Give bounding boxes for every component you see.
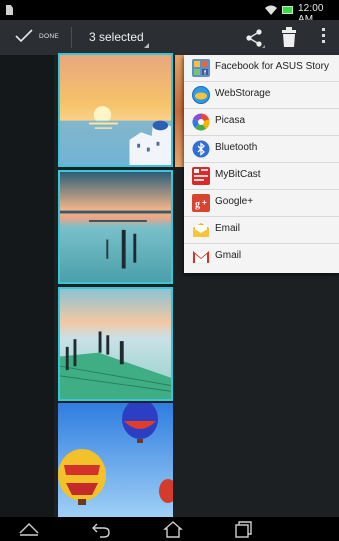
google-plus-icon: g +	[192, 194, 210, 212]
share-item-label: WebStorage	[215, 88, 271, 99]
photo-thumbnail[interactable]	[58, 287, 173, 401]
green-pier-photo	[60, 289, 171, 399]
status-bar: 12:00 AM	[0, 0, 339, 25]
sunset-village-photo	[60, 55, 171, 165]
share-item-gmail[interactable]: Gmail	[184, 244, 339, 271]
mybitcast-icon	[192, 167, 210, 185]
share-item-facebook-for-asus-story[interactable]: f Facebook for ASUS Story	[184, 55, 339, 82]
selection-action-bar: DONE 3 selected	[0, 20, 339, 55]
share-item-label: Picasa	[215, 115, 246, 126]
photo-thumbnail[interactable]	[58, 53, 173, 167]
system-navigation-bar	[0, 517, 339, 541]
trash-icon[interactable]	[280, 26, 298, 48]
share-item-email[interactable]: Email	[184, 217, 339, 244]
battery-icon	[282, 6, 293, 14]
recent-apps-icon[interactable]	[232, 520, 254, 538]
check-icon	[15, 29, 33, 43]
share-icon[interactable]	[242, 26, 266, 50]
bluetooth-icon	[192, 140, 210, 158]
share-item-label: Facebook for ASUS Story	[215, 61, 329, 72]
selection-count-dropdown[interactable]: 3 selected	[80, 20, 152, 55]
photo-thumbnail[interactable]	[58, 170, 173, 284]
share-item-mybitcast[interactable]: MyBitCast	[184, 163, 339, 190]
share-item-label: Google+	[215, 196, 254, 207]
done-label: DONE	[39, 33, 59, 40]
share-item-label: Email	[215, 223, 241, 234]
gmail-icon	[192, 250, 210, 264]
action-bar-divider	[71, 27, 72, 48]
back-icon[interactable]	[90, 520, 112, 538]
share-item-google-plus[interactable]: g + Google+	[184, 190, 339, 217]
photo-thumbnail-partial[interactable]	[175, 55, 184, 167]
share-item-picasa[interactable]: Picasa	[184, 109, 339, 136]
hot-air-balloons-photo	[58, 403, 173, 517]
share-item-webstorage[interactable]: WebStorage	[184, 82, 339, 109]
facebook-story-icon: f	[192, 59, 210, 77]
dropdown-indicator-icon	[144, 43, 149, 48]
share-item-bluetooth[interactable]: Bluetooth	[184, 136, 339, 163]
gallery-side-strip	[0, 55, 54, 517]
email-icon	[193, 223, 209, 237]
overflow-menu-icon[interactable]	[318, 28, 328, 48]
picasa-icon	[192, 113, 210, 131]
selection-count-label: 3 selected	[89, 30, 144, 44]
share-via-menu: f Facebook for ASUS Story WebStorage Pic…	[184, 55, 339, 273]
lake-pier-photo	[60, 172, 171, 282]
wifi-icon	[265, 5, 277, 15]
home-icon[interactable]	[162, 520, 184, 538]
done-button[interactable]: DONE	[0, 20, 71, 55]
share-item-label: Gmail	[215, 250, 242, 261]
share-item-label: Bluetooth	[215, 142, 258, 153]
svg-text:+: +	[202, 198, 207, 207]
share-item-label: MyBitCast	[215, 169, 261, 180]
webstorage-icon	[192, 86, 210, 104]
photo-thumbnail[interactable]	[58, 403, 173, 517]
svg-text:g: g	[195, 199, 200, 210]
sd-card-icon	[6, 5, 13, 15]
collapse-icon[interactable]	[18, 520, 40, 538]
